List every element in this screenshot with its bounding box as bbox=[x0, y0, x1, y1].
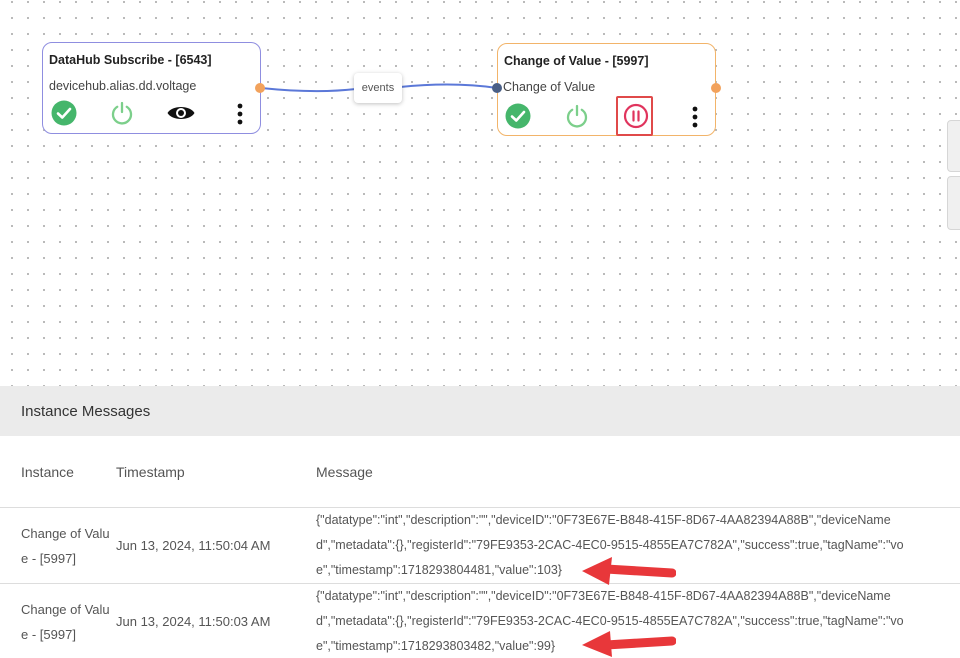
row-divider bbox=[0, 507, 960, 508]
output-port[interactable] bbox=[255, 83, 265, 93]
change-of-value-node[interactable]: Change of Value - [5997] Change of Value bbox=[497, 43, 716, 136]
datahub-subscribe-node[interactable]: DataHub Subscribe - [6543] devicehub.ali… bbox=[42, 42, 261, 134]
eye-icon[interactable] bbox=[166, 102, 196, 124]
messages-panel-header: Instance Messages bbox=[0, 386, 960, 436]
node-title: DataHub Subscribe - [6543] bbox=[49, 53, 212, 67]
node-title: Change of Value - [5997] bbox=[504, 54, 649, 68]
check-circle-icon[interactable] bbox=[505, 103, 531, 129]
column-header-timestamp[interactable]: Timestamp bbox=[116, 464, 185, 480]
column-header-message[interactable]: Message bbox=[316, 464, 373, 480]
message-line: e","timestamp":1718293804481,"value":103… bbox=[316, 563, 562, 577]
flow-canvas[interactable]: events DataHub Subscribe - [6543] device… bbox=[0, 0, 960, 386]
message-line: {"datatype":"int","description":"","devi… bbox=[316, 513, 891, 527]
more-vertical-icon[interactable] bbox=[230, 101, 250, 127]
row-divider bbox=[0, 583, 960, 584]
power-icon[interactable] bbox=[109, 100, 135, 126]
input-port[interactable] bbox=[492, 83, 502, 93]
instance-cell: Change of Value - [5997] bbox=[21, 602, 110, 642]
side-panel-tab[interactable] bbox=[947, 176, 960, 230]
timestamp-cell: Jun 13, 2024, 11:50:03 AM bbox=[116, 614, 271, 629]
node-subtitle: Change of Value bbox=[503, 80, 596, 94]
check-circle-icon[interactable] bbox=[51, 100, 77, 126]
panel-title: Instance Messages bbox=[21, 403, 151, 420]
node-subtitle: devicehub.alias.dd.voltage bbox=[49, 79, 197, 93]
annotation-arrow bbox=[582, 631, 676, 657]
column-header-instance[interactable]: Instance bbox=[21, 464, 74, 480]
timestamp-cell: Jun 13, 2024, 11:50:04 AM bbox=[116, 538, 271, 553]
message-line: e","timestamp":1718293803482,"value":99} bbox=[316, 639, 556, 653]
power-icon[interactable] bbox=[564, 103, 590, 129]
message-line: {"datatype":"int","description":"","devi… bbox=[316, 589, 891, 603]
annotation-arrow bbox=[582, 557, 676, 585]
message-line: d","metadata":{},"registerId":"79FE9353-… bbox=[316, 538, 904, 552]
more-vertical-icon[interactable] bbox=[685, 104, 705, 130]
highlight-box bbox=[616, 96, 653, 136]
edge-label[interactable]: events bbox=[354, 73, 402, 103]
output-port[interactable] bbox=[711, 83, 721, 93]
instance-cell: Change of Value - [5997] bbox=[21, 526, 110, 566]
side-panel-tab[interactable] bbox=[947, 120, 960, 172]
message-line: d","metadata":{},"registerId":"79FE9353-… bbox=[316, 614, 904, 628]
